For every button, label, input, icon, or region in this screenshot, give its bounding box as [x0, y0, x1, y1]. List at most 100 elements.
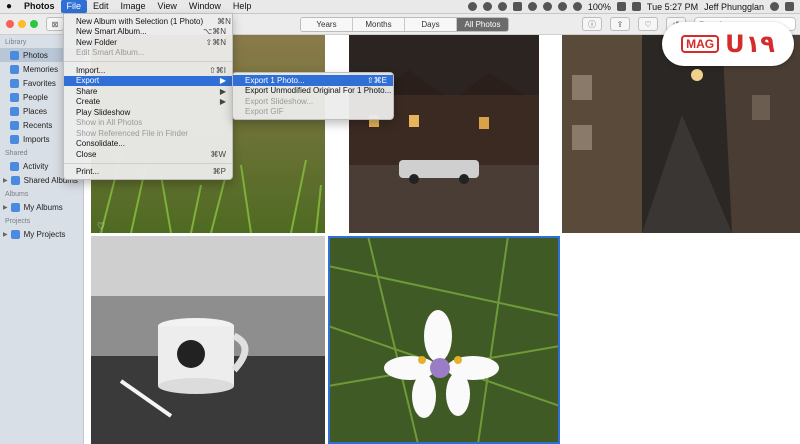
menu-item-shortcut: ⇧⌘N: [205, 37, 226, 47]
menu-item-label: New Album with Selection (1 Photo): [76, 16, 204, 26]
clock-icon: [10, 120, 19, 130]
battery-icon[interactable]: [616, 2, 626, 11]
sidebar-item-label: Favorites: [23, 78, 56, 88]
flag-icon[interactable]: [631, 2, 641, 11]
menu-item-export-unmodified-original-for-1-photo[interactable]: Export Unmodified Original For 1 Photo..…: [233, 86, 393, 97]
sidebar-heading-projects: Projects: [5, 218, 31, 225]
wifi-icon[interactable]: [557, 2, 567, 11]
menu-item-label: Consolidate...: [76, 139, 125, 149]
tab-all-photos[interactable]: All Photos: [457, 18, 508, 31]
menu-item-show-referenced-file-in-finder: Show Referenced File in Finder: [64, 128, 232, 139]
heart-icon: [10, 78, 19, 88]
menu-item-label: Show in All Photos: [76, 118, 143, 128]
sidebar-heading-albums: Albums: [5, 191, 29, 198]
status-icon-5[interactable]: [542, 2, 552, 11]
memories-icon: [10, 64, 19, 74]
menu-item-share[interactable]: Share ▶: [64, 86, 232, 97]
menu-window[interactable]: Window: [183, 0, 227, 13]
menu-item-close[interactable]: Close ⌘W: [64, 149, 232, 160]
menu-item-label: Export Slideshow...: [245, 96, 314, 106]
sidebar-item-my-projects[interactable]: ▶ My Projects: [0, 227, 83, 241]
zoom-window-button[interactable]: [30, 20, 38, 28]
status-icon-3[interactable]: [512, 2, 522, 11]
menu-item-label: Export: [76, 76, 100, 86]
menu-item-label: Import...: [76, 65, 106, 75]
sidebar-item-label: My Projects: [23, 229, 66, 239]
disclosure-triangle-icon[interactable]: ▶: [3, 204, 8, 211]
view-segmented-control: Years Months Days All Photos: [300, 17, 509, 32]
menu-item-new-smart-album[interactable]: New Smart Album... ⌥⌘N: [64, 27, 232, 38]
menu-item-new-album-with-selection-1-photo[interactable]: New Album with Selection (1 Photo) ⌘N: [64, 16, 232, 27]
apple-icon[interactable]: ●: [0, 1, 18, 12]
minimize-window-button[interactable]: [18, 20, 26, 28]
sidebar-item-label: Recents: [23, 120, 53, 130]
menu-item-export-slideshow: Export Slideshow...: [233, 96, 393, 107]
menu-item-consolidate[interactable]: Consolidate...: [64, 139, 232, 150]
menu-item-new-folder[interactable]: New Folder ⇧⌘N: [64, 37, 232, 48]
disclosure-triangle-icon[interactable]: ▶: [3, 231, 8, 238]
tab-days[interactable]: Days: [405, 18, 457, 31]
sidebar-toggle-icon: ⊠: [51, 19, 59, 29]
menu-item-label: Show Referenced File in Finder: [76, 128, 189, 138]
sidebar-item-label: Memories: [23, 64, 59, 74]
photo-thumbnail-flower-selected[interactable]: [328, 236, 560, 444]
app-menu[interactable]: Photos: [18, 0, 61, 13]
volume-icon[interactable]: [572, 2, 582, 11]
menu-item-shortcut: ⇧⌘I: [209, 65, 226, 75]
menu-item-label: New Smart Album...: [76, 27, 147, 37]
car-night-photo-image: [349, 35, 539, 233]
submenu-arrow-icon: ▶: [219, 86, 226, 96]
favorite-button[interactable]: ♡: [638, 17, 658, 31]
menu-item-import[interactable]: Import... ⇧⌘I: [64, 65, 232, 76]
menu-view[interactable]: View: [152, 0, 183, 13]
share-button[interactable]: ⇪: [610, 17, 630, 31]
menu-edit[interactable]: Edit: [87, 0, 115, 13]
photo-thumbnail-car-night[interactable]: [349, 35, 539, 233]
folder-icon: [10, 229, 20, 239]
cloud-icon: [10, 161, 19, 171]
menu-item-export[interactable]: Export ▶: [64, 75, 232, 86]
menu-item-label: Close: [76, 149, 97, 159]
folder-icon: [10, 202, 20, 212]
status-icon-4[interactable]: [527, 2, 537, 11]
user-name[interactable]: Jeff Phungglan: [704, 2, 764, 12]
sidebar-item-label: My Albums: [23, 202, 63, 212]
folder-icon: [10, 175, 20, 185]
menu-separator: [64, 162, 232, 164]
menu-item-print[interactable]: Print... ⌘P: [64, 167, 232, 178]
menu-help[interactable]: Help: [227, 0, 258, 13]
site-logo: MAG U۱۹: [662, 22, 794, 66]
menu-file[interactable]: File: [60, 0, 88, 13]
info-button[interactable]: ⓘ: [582, 17, 602, 31]
sidebar-item-my-albums[interactable]: ▶ My Albums: [0, 200, 83, 214]
list-icon[interactable]: [785, 2, 794, 11]
clock[interactable]: Tue 5:27 PM: [647, 2, 698, 12]
search-icon[interactable]: [770, 2, 779, 11]
disclosure-triangle-icon[interactable]: ▶: [3, 177, 8, 184]
battery-percent[interactable]: 100%: [588, 2, 611, 12]
close-window-button[interactable]: [6, 20, 14, 28]
status-icon-2[interactable]: [497, 2, 507, 11]
menu-item-create[interactable]: Create ▶: [64, 97, 232, 108]
sidebar-item-label: Photos: [23, 50, 48, 60]
tab-years[interactable]: Years: [301, 18, 353, 31]
heart-icon: ♡: [644, 19, 652, 29]
menu-item-label: Export Unmodified Original For 1 Photo..…: [245, 86, 392, 96]
submenu-arrow-icon: ▶: [219, 76, 226, 86]
status-icon-1[interactable]: [467, 2, 477, 11]
cloud-status-icon[interactable]: [482, 2, 492, 11]
menu-item-shortcut: ⇧⌘E: [366, 75, 387, 85]
sidebar-item-label: Activity: [23, 161, 49, 171]
menu-image[interactable]: Image: [115, 0, 152, 13]
menu-item-label: Edit Smart Album...: [76, 48, 145, 58]
menu-item-play-slideshow[interactable]: Play Slideshow: [64, 107, 232, 118]
menu-item-shortcut: ⌘W: [210, 149, 226, 159]
menu-item-export-1-photo[interactable]: Export 1 Photo... ⇧⌘E: [233, 75, 393, 86]
menu-item-edit-smart-album: Edit Smart Album...: [64, 48, 232, 59]
tab-months[interactable]: Months: [353, 18, 405, 31]
photo-thumbnail-mug[interactable]: [91, 236, 325, 444]
sidebar-item-label: Imports: [23, 134, 50, 144]
flower-photo-image: [328, 236, 560, 444]
places-icon: [10, 106, 19, 116]
sidebar-toggle-button[interactable]: ⊠: [46, 17, 64, 31]
